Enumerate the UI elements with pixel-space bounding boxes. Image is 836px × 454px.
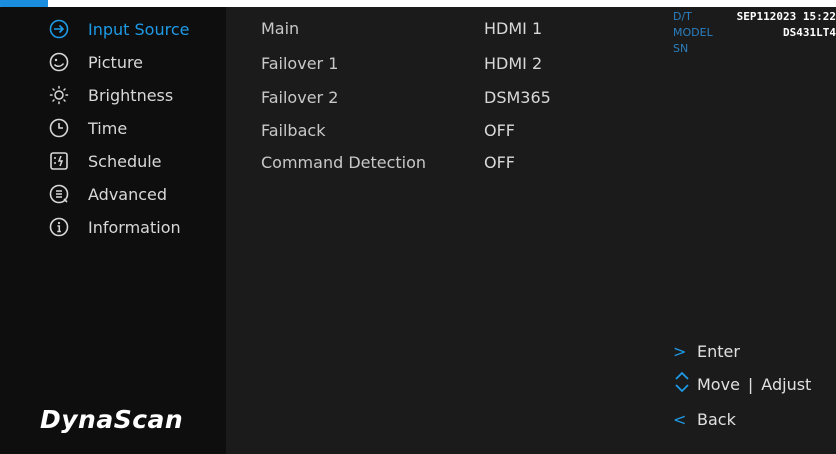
setting-failover-1[interactable]: Failover 1 HDMI 2 [261, 49, 601, 77]
sidebar-item-label: Brightness [88, 85, 174, 105]
hint-back: < Back [673, 407, 736, 431]
sidebar-item-label: Schedule [88, 151, 162, 171]
brightness-sun-icon [48, 84, 70, 106]
setting-value: OFF [484, 120, 515, 140]
setting-value: HDMI 2 [484, 53, 543, 73]
picture-face-icon [48, 51, 70, 73]
dt-label: D/T [673, 10, 692, 23]
setting-failover-2[interactable]: Failover 2 DSM365 [261, 83, 601, 111]
setting-main[interactable]: Main HDMI 1 [261, 14, 601, 42]
sidebar-item-label: Input Source [88, 19, 190, 39]
sidebar-item-schedule[interactable]: Schedule [48, 146, 224, 176]
setting-value: HDMI 1 [484, 18, 543, 38]
chevron-left-icon: < [673, 409, 687, 429]
hint-label: Move [697, 374, 740, 394]
setting-value: DSM365 [484, 87, 551, 107]
device-info: D/T SEP112023 15:22 MODEL DS431LT4 SN [673, 10, 836, 58]
sidebar-item-label: Picture [88, 52, 144, 72]
setting-name: Command Detection [261, 152, 427, 172]
sidebar-item-brightness[interactable]: Brightness [48, 80, 224, 110]
sidebar-item-label: Information [88, 217, 181, 237]
setting-name: Main [261, 18, 300, 38]
chevron-right-icon: > [673, 341, 687, 361]
setting-command-detection[interactable]: Command Detection OFF [261, 148, 601, 176]
sidebar-item-input-source[interactable]: Input Source [48, 14, 224, 44]
brand-logo: DynaScan [40, 405, 184, 434]
sidebar-item-label: Time [88, 118, 128, 138]
setting-name: Failback [261, 120, 326, 140]
sidebar-item-picture[interactable]: Picture [48, 47, 224, 77]
hint-move-adjust: Move | Adjust [673, 371, 812, 397]
schedule-icon [48, 150, 70, 172]
setting-value: OFF [484, 152, 515, 172]
hint-label: Adjust [761, 374, 812, 394]
input-arrow-icon [48, 18, 70, 40]
setting-failback[interactable]: Failback OFF [261, 116, 601, 144]
sidebar-item-label: Advanced [88, 184, 168, 204]
model-label: MODEL [673, 26, 713, 39]
sidebar-item-advanced[interactable]: Advanced [48, 179, 224, 209]
info-icon [48, 216, 70, 238]
setting-name: Failover 2 [261, 87, 339, 107]
sn-label: SN [673, 42, 689, 55]
sidebar-item-information[interactable]: Information [48, 212, 224, 242]
hint-enter: > Enter [673, 339, 740, 363]
hint-label: Back [697, 409, 736, 429]
dt-value: SEP112023 15:22 [736, 10, 836, 23]
hint-separator: | [747, 374, 754, 394]
clock-icon [48, 117, 70, 139]
setting-name: Failover 1 [261, 53, 339, 73]
model-value: DS431LT4 [783, 26, 836, 39]
sidebar: Input Source Picture Brightness Time Sch… [0, 7, 226, 454]
hint-label: Enter [697, 341, 740, 361]
sidebar-item-time[interactable]: Time [48, 113, 224, 143]
up-down-chevron-icon [673, 371, 697, 397]
advanced-icon [48, 183, 70, 205]
